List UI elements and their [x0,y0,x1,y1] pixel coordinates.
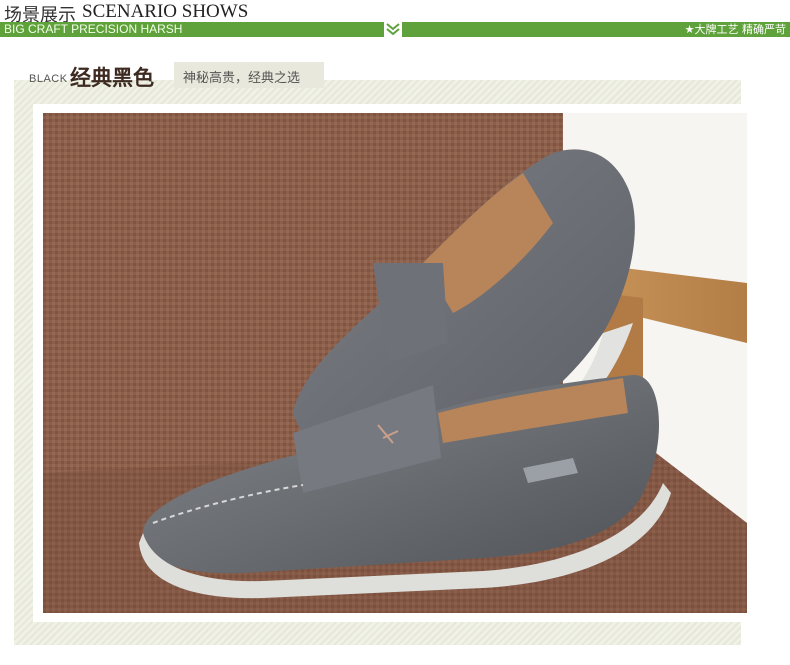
shoes-on-chair-image [43,113,747,613]
banner-right-text: ★大牌工艺 精确严苛 [684,23,786,36]
section-title-row: 场景展示 SCENARIO SHOWS [0,0,790,26]
section-heading: 经典黑色 [70,66,154,90]
green-banner: BIG CRAFT PRECISION HARSH ★大牌工艺 精确严苛 [0,22,790,37]
banner-left-text: BIG CRAFT PRECISION HARSH [4,22,183,36]
section-label-en: BLACK [29,73,68,85]
double-chevron-down-icon [384,22,402,37]
title-english: SCENARIO SHOWS [82,1,249,22]
section-subtitle: 神秘高贵，经典之选 [183,71,301,86]
product-photo [43,113,747,613]
